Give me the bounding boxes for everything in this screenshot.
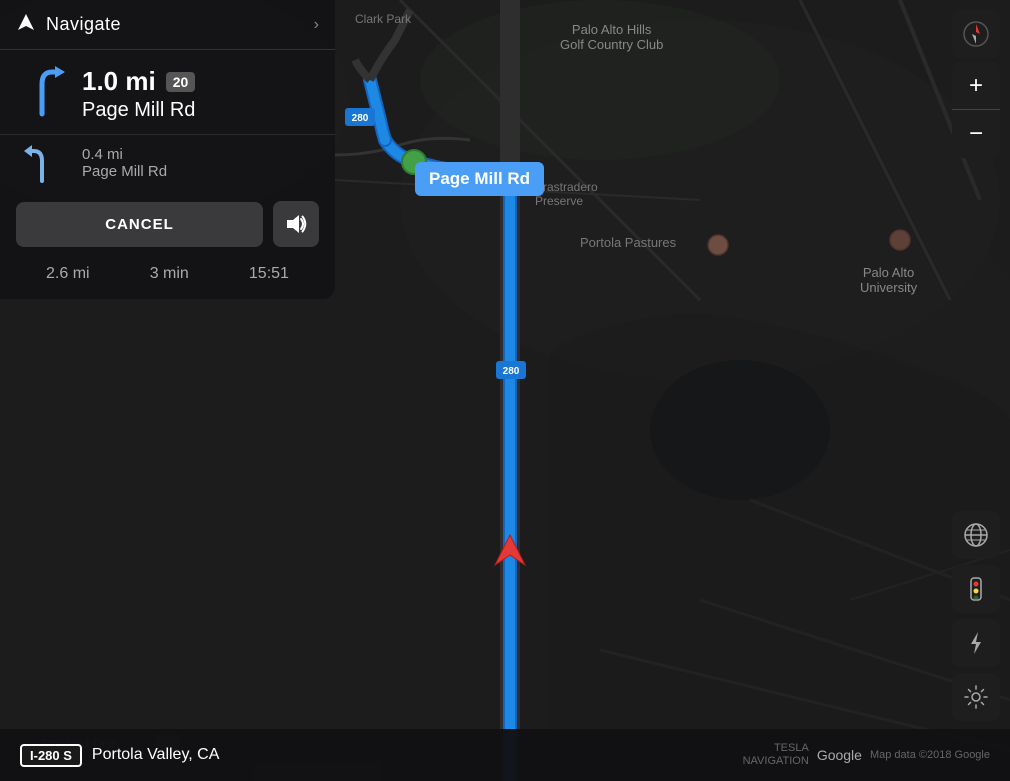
globe-button[interactable] <box>952 511 1000 559</box>
speed-limit-badge: 20 <box>166 72 196 92</box>
traffic-icon <box>963 576 989 602</box>
primary-distance: 1.0 mi <box>82 66 156 97</box>
globe-icon <box>963 522 989 548</box>
zoom-controls: + − <box>952 62 1000 158</box>
svg-text:280: 280 <box>503 366 520 377</box>
sound-button[interactable] <box>273 201 319 247</box>
settings-button[interactable] <box>952 673 1000 721</box>
gear-icon <box>963 684 989 710</box>
road-name: Portola Valley, CA <box>92 746 219 764</box>
navigate-icon <box>16 12 36 37</box>
lightning-button[interactable] <box>952 619 1000 667</box>
palo-alto-university-label: Palo AltoUniversity <box>860 265 917 295</box>
turn-arrow-icon <box>17 64 67 124</box>
nav-header: Navigate › <box>0 0 335 50</box>
map-data-label: Map data ©2018 Google <box>870 749 990 761</box>
trip-eta: 15:51 <box>249 265 289 283</box>
bottom-bar: I-280 S Portola Valley, CA TESLANAVIGATI… <box>0 729 1010 781</box>
sound-icon <box>285 213 307 235</box>
arastradero-label: ArastraderoPreserve <box>535 180 598 208</box>
action-row: CANCEL <box>0 191 335 257</box>
secondary-distance: 0.4 mi <box>82 146 319 163</box>
primary-street-name: Page Mill Rd <box>82 99 319 122</box>
trip-distance: 2.6 mi <box>46 265 90 283</box>
tesla-nav-label: TESLANAVIGATION <box>743 742 809 768</box>
google-label: Google <box>817 747 862 763</box>
golf-club-label: Palo Alto HillsGolf Country Club <box>560 22 663 52</box>
secondary-direction: 0.4 mi Page Mill Rd <box>0 134 335 191</box>
road-badge: I-280 S <box>20 744 82 767</box>
traffic-button[interactable] <box>952 565 1000 613</box>
compass-icon <box>962 20 990 48</box>
zoom-out-button[interactable]: − <box>952 110 1000 158</box>
svg-text:280: 280 <box>352 113 369 124</box>
bottom-right-info: TESLANAVIGATION Google Map data ©2018 Go… <box>743 742 990 768</box>
turn-arrow-container <box>16 64 68 124</box>
secondary-turn-arrow <box>16 143 68 183</box>
primary-direction: 1.0 mi 20 Page Mill Rd <box>0 50 335 134</box>
nav-title: Navigate <box>46 14 121 35</box>
compass-button[interactable] <box>952 10 1000 58</box>
clark-park-label: Clark Park <box>355 12 411 26</box>
right-controls: + − <box>952 10 1000 158</box>
primary-direction-info: 1.0 mi 20 Page Mill Rd <box>82 66 319 122</box>
navigation-panel: Navigate › 1.0 mi 20 Page Mill Rd <box>0 0 335 299</box>
street-label-popup: Page Mill Rd <box>415 162 544 196</box>
nav-chevron-icon[interactable]: › <box>314 16 319 34</box>
trip-time: 3 min <box>150 265 189 283</box>
lightning-icon <box>963 630 989 656</box>
cancel-button[interactable]: CANCEL <box>16 202 263 247</box>
portola-pastures-label: Portola Pastures <box>580 235 676 250</box>
bottom-right-controls <box>952 511 1000 721</box>
zoom-in-button[interactable]: + <box>952 62 1000 110</box>
secondary-street-name: Page Mill Rd <box>82 163 319 180</box>
road-label: I-280 S Portola Valley, CA <box>20 744 219 767</box>
secondary-direction-info: 0.4 mi Page Mill Rd <box>82 146 319 180</box>
trip-info: 2.6 mi 3 min 15:51 <box>0 257 335 283</box>
